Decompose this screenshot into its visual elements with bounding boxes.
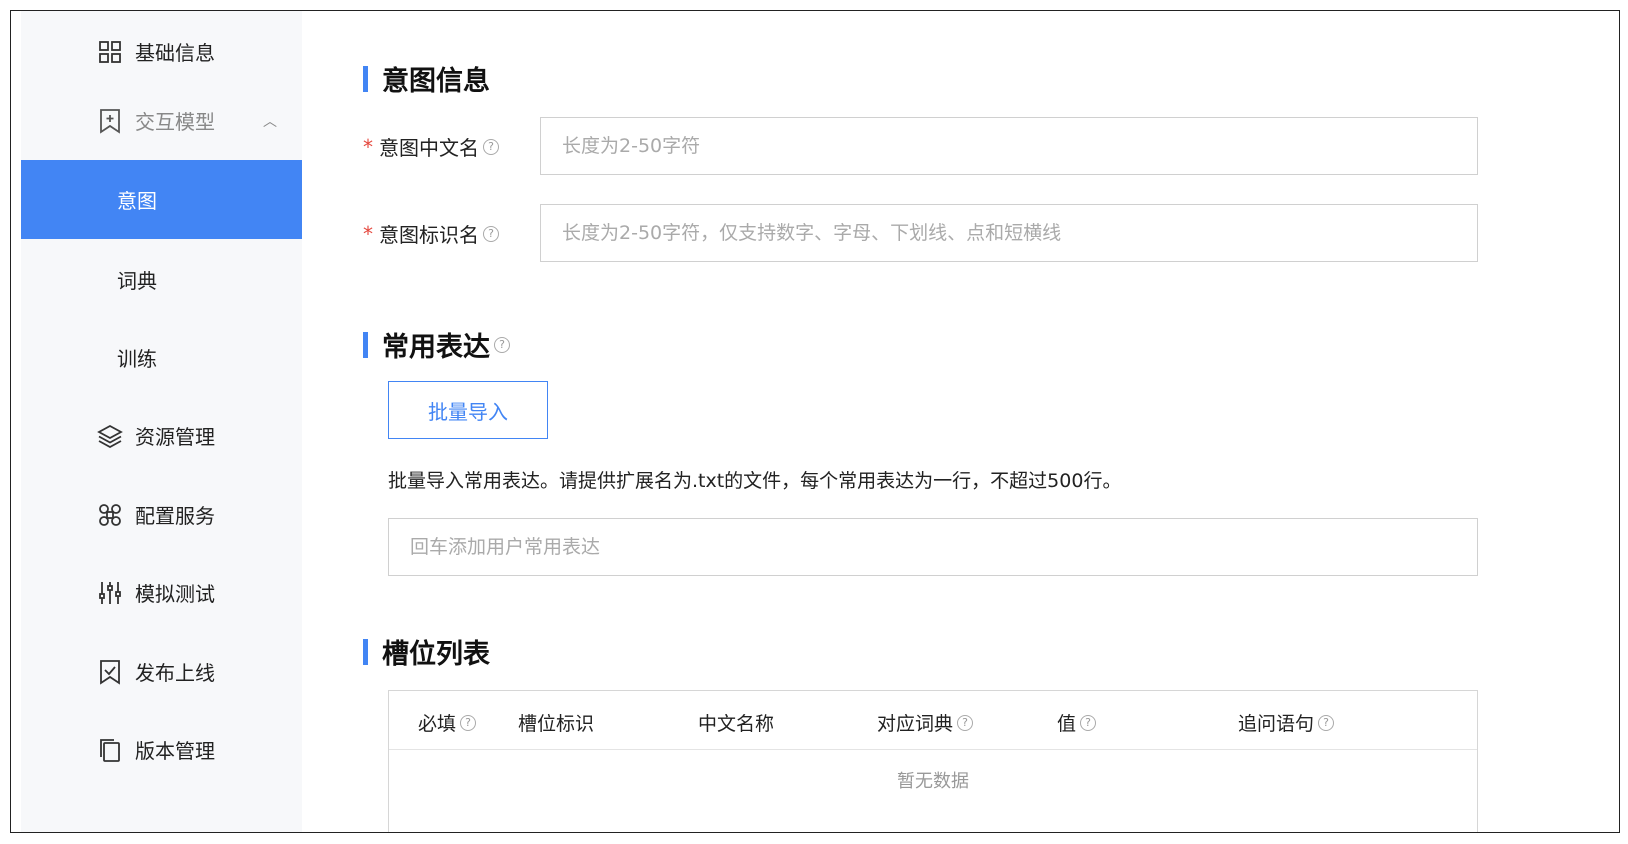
column-header-text: 追问语句	[1238, 713, 1315, 735]
column-header-slot-id: 槽位标识	[518, 709, 594, 736]
help-icon[interactable]: ?	[494, 336, 510, 353]
column-header-value: 值 ?	[1057, 709, 1097, 736]
main-content: 意图信息 * 意图中文名 ? * 意图标识名 ? 常用表达 ? 批量导入 批量导…	[302, 11, 1619, 832]
sidebar-item-training[interactable]: 训练	[21, 317, 302, 398]
sidebar-item-interaction-model[interactable]: 交互模型 ︿	[21, 80, 302, 161]
column-header-required: 必填 ?	[418, 709, 477, 736]
grid-icon	[97, 39, 123, 65]
batch-import-description: 批量导入常用表达。请提供扩展名为.txt的文件，每个常用表达为一行，不超过500…	[388, 470, 1122, 492]
intent-name-label-text: 意图中文名	[379, 136, 479, 160]
intent-name-input[interactable]	[540, 117, 1478, 175]
section-accent-bar	[363, 638, 368, 665]
intent-name-label: * 意图中文名 ?	[363, 132, 499, 161]
section-title-expressions: 常用表达 ?	[363, 325, 510, 364]
column-header-text: 值	[1057, 713, 1077, 735]
sidebar-item-label: 配置服务	[135, 504, 215, 528]
help-icon[interactable]: ?	[460, 714, 477, 731]
sidebar-item-version-management[interactable]: 版本管理	[21, 709, 302, 790]
sidebar-item-simulation-test[interactable]: 模拟测试	[21, 552, 302, 633]
bookmark-plus-icon	[97, 108, 123, 134]
help-icon[interactable]: ?	[483, 138, 499, 155]
sidebar-item-label: 模拟测试	[135, 582, 215, 606]
sidebar-item-dictionary[interactable]: 词典	[21, 239, 302, 320]
slot-table: 必填 ? 槽位标识 中文名称 对应词典 ? 值 ? 追问语句 ? 暂无数据	[388, 690, 1478, 832]
sidebar-item-intent[interactable]: 意图	[21, 160, 302, 239]
batch-import-button[interactable]: 批量导入	[388, 381, 548, 439]
sidebar-item-label: 基础信息	[135, 41, 215, 65]
section-title-intent-info: 意图信息	[363, 59, 490, 98]
chevron-up-icon[interactable]: ︿	[263, 111, 277, 131]
sidebar-item-label: 发布上线	[135, 661, 215, 685]
publish-icon	[97, 659, 123, 685]
expression-input[interactable]	[388, 518, 1478, 576]
sidebar-item-label: 意图	[117, 189, 157, 213]
intent-id-label-text: 意图标识名	[379, 223, 479, 247]
sidebar-item-publish[interactable]: 发布上线	[21, 631, 302, 712]
section-title-text: 意图信息	[382, 66, 490, 97]
column-header-text: 必填	[418, 713, 457, 735]
layers-icon	[97, 423, 123, 449]
intent-id-label: * 意图标识名 ?	[363, 219, 499, 248]
column-header-text: 中文名称	[698, 713, 775, 735]
sliders-icon	[97, 580, 123, 606]
section-accent-bar	[363, 65, 368, 92]
help-icon[interactable]: ?	[957, 714, 974, 731]
section-title-slots: 槽位列表	[363, 632, 490, 671]
section-accent-bar	[363, 331, 368, 358]
sidebar-item-resource-management[interactable]: 资源管理	[21, 395, 302, 476]
required-asterisk: *	[363, 221, 373, 246]
help-icon[interactable]: ?	[1318, 714, 1335, 731]
column-header-dictionary: 对应词典 ?	[877, 709, 974, 736]
table-empty-text: 暂无数据	[897, 771, 969, 792]
copy-icon	[97, 737, 123, 763]
sidebar-item-label: 训练	[117, 347, 157, 371]
table-header-divider	[389, 749, 1477, 750]
column-header-text: 对应词典	[877, 713, 954, 735]
intent-id-input[interactable]	[540, 204, 1478, 262]
column-header-chinese-name: 中文名称	[698, 709, 774, 736]
section-title-text: 槽位列表	[382, 639, 490, 670]
column-header-follow-up: 追问语句 ?	[1238, 709, 1335, 736]
sidebar-item-label: 版本管理	[135, 739, 215, 763]
help-icon[interactable]: ?	[483, 225, 499, 242]
sidebar-item-config-service[interactable]: 配置服务	[21, 474, 302, 555]
sidebar-item-label: 词典	[117, 269, 157, 293]
sidebar-item-label: 资源管理	[135, 425, 215, 449]
section-title-text: 常用表达	[382, 332, 490, 363]
required-asterisk: *	[363, 134, 373, 159]
column-header-text: 槽位标识	[518, 713, 595, 735]
command-icon	[97, 502, 123, 528]
sidebar: 基础信息 交互模型 ︿ 意图 词典 训练 资源管理 配置服务 模拟测试 发布上线…	[21, 11, 302, 832]
sidebar-item-label: 交互模型	[135, 110, 215, 134]
help-icon[interactable]: ?	[1080, 714, 1097, 731]
app-window: 基础信息 交互模型 ︿ 意图 词典 训练 资源管理 配置服务 模拟测试 发布上线…	[10, 10, 1620, 833]
